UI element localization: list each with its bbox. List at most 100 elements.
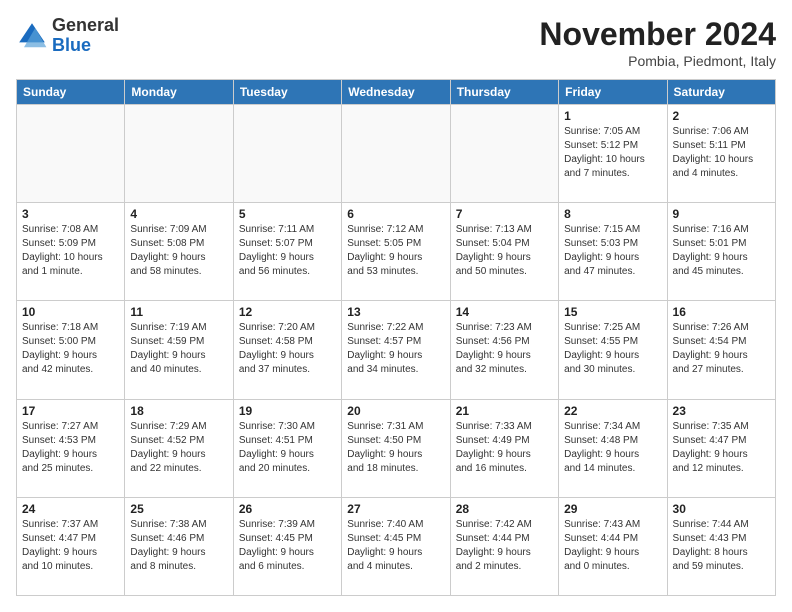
location: Pombia, Piedmont, Italy — [539, 53, 776, 69]
table-row: 9 Sunrise: 7:16 AMSunset: 5:01 PMDaylight… — [667, 203, 775, 301]
table-row — [17, 105, 125, 203]
day-info: Sunrise: 7:33 AMSunset: 4:49 PMDaylight:… — [456, 420, 553, 476]
calendar-week-row: 17 Sunrise: 7:27 AMSunset: 4:53 PMDayligh… — [17, 399, 776, 497]
day-number: 9 — [673, 207, 770, 221]
day-number: 25 — [130, 502, 227, 516]
table-row: 4 Sunrise: 7:09 AMSunset: 5:08 PMDaylight… — [125, 203, 233, 301]
day-info: Sunrise: 7:11 AMSunset: 5:07 PMDaylight:… — [239, 223, 336, 279]
day-info: Sunrise: 7:19 AMSunset: 4:59 PMDaylight:… — [130, 321, 227, 377]
col-monday: Monday — [125, 80, 233, 105]
table-row: 6Sunrise: 7:12 AMSunset: 5:05 PMDaylight… — [342, 203, 450, 301]
day-number: 22 — [564, 404, 661, 418]
day-number: 24 — [22, 502, 119, 516]
table-row: 10Sunrise: 7:18 AMSunset: 5:00 PMDayligh… — [17, 301, 125, 399]
calendar-week-row: 10Sunrise: 7:18 AMSunset: 5:00 PMDayligh… — [17, 301, 776, 399]
day-number: 13 — [347, 305, 444, 319]
day-info: Sunrise: 7:23 AMSunset: 4:56 PMDaylight:… — [456, 321, 553, 377]
table-row: 24 Sunrise: 7:37 AMSunset: 4:47 PMDayligh… — [17, 497, 125, 595]
day-info: Sunrise: 7:38 AMSunset: 4:46 PMDaylight:… — [130, 518, 227, 574]
month-year: November 2024 — [539, 16, 776, 53]
day-number: 15 — [564, 305, 661, 319]
day-info: Sunrise: 7:05 AMSunset: 5:12 PMDaylight:… — [564, 125, 661, 181]
table-row: 17 Sunrise: 7:27 AMSunset: 4:53 PMDayligh… — [17, 399, 125, 497]
day-info: Sunrise: 7:27 AMSunset: 4:53 PMDaylight:… — [22, 420, 119, 476]
table-row: 13 Sunrise: 7:22 AMSunset: 4:57 PMDayligh… — [342, 301, 450, 399]
day-info: Sunrise: 7:26 AMSunset: 4:54 PMDaylight:… — [673, 321, 770, 377]
day-info: Sunrise: 7:18 AMSunset: 5:00 PMDaylight:… — [22, 321, 119, 377]
day-number: 26 — [239, 502, 336, 516]
table-row: 5 Sunrise: 7:11 AMSunset: 5:07 PMDaylight… — [233, 203, 341, 301]
table-row: 22 Sunrise: 7:34 AMSunset: 4:48 PMDayligh… — [559, 399, 667, 497]
day-info: Sunrise: 7:42 AMSunset: 4:44 PMDaylight:… — [456, 518, 553, 574]
day-number: 20 — [347, 404, 444, 418]
day-info: Sunrise: 7:16 AMSunset: 5:01 PMDaylight:… — [673, 223, 770, 279]
day-number: 7 — [456, 207, 553, 221]
day-number: 19 — [239, 404, 336, 418]
col-thursday: Thursday — [450, 80, 558, 105]
day-info: Sunrise: 7:34 AMSunset: 4:48 PMDaylight:… — [564, 420, 661, 476]
table-row: 23 Sunrise: 7:35 AMSunset: 4:47 PMDayligh… — [667, 399, 775, 497]
day-number: 18 — [130, 404, 227, 418]
day-number: 1 — [564, 109, 661, 123]
col-saturday: Saturday — [667, 80, 775, 105]
day-number: 29 — [564, 502, 661, 516]
table-row: 7Sunrise: 7:13 AMSunset: 5:04 PMDaylight… — [450, 203, 558, 301]
calendar-table: Sunday Monday Tuesday Wednesday Thursday… — [16, 79, 776, 596]
calendar-week-row: 1 Sunrise: 7:05 AMSunset: 5:12 PMDaylight… — [17, 105, 776, 203]
logo-general: General — [52, 15, 119, 35]
col-friday: Friday — [559, 80, 667, 105]
calendar-week-row: 24 Sunrise: 7:37 AMSunset: 4:47 PMDayligh… — [17, 497, 776, 595]
page-header: General Blue November 2024 Pombia, Piedm… — [16, 16, 776, 69]
logo-blue: Blue — [52, 35, 91, 55]
logo-icon — [16, 20, 48, 52]
day-info: Sunrise: 7:39 AMSunset: 4:45 PMDaylight:… — [239, 518, 336, 574]
table-row: 25 Sunrise: 7:38 AMSunset: 4:46 PMDayligh… — [125, 497, 233, 595]
table-row: 2 Sunrise: 7:06 AMSunset: 5:11 PMDaylight… — [667, 105, 775, 203]
col-wednesday: Wednesday — [342, 80, 450, 105]
day-number: 11 — [130, 305, 227, 319]
table-row: 15Sunrise: 7:25 AMSunset: 4:55 PMDayligh… — [559, 301, 667, 399]
day-number: 23 — [673, 404, 770, 418]
day-number: 21 — [456, 404, 553, 418]
day-info: Sunrise: 7:37 AMSunset: 4:47 PMDaylight:… — [22, 518, 119, 574]
table-row — [342, 105, 450, 203]
day-info: Sunrise: 7:43 AMSunset: 4:44 PMDaylight:… — [564, 518, 661, 574]
day-info: Sunrise: 7:22 AMSunset: 4:57 PMDaylight:… — [347, 321, 444, 377]
col-tuesday: Tuesday — [233, 80, 341, 105]
table-row: 21 Sunrise: 7:33 AMSunset: 4:49 PMDayligh… — [450, 399, 558, 497]
table-row: 29 Sunrise: 7:43 AMSunset: 4:44 PMDayligh… — [559, 497, 667, 595]
day-number: 14 — [456, 305, 553, 319]
day-number: 12 — [239, 305, 336, 319]
day-info: Sunrise: 7:15 AMSunset: 5:03 PMDaylight:… — [564, 223, 661, 279]
table-row: 16 Sunrise: 7:26 AMSunset: 4:54 PMDayligh… — [667, 301, 775, 399]
table-row: 19 Sunrise: 7:30 AMSunset: 4:51 PMDayligh… — [233, 399, 341, 497]
calendar-week-row: 3Sunrise: 7:08 AMSunset: 5:09 PMDaylight… — [17, 203, 776, 301]
table-row — [125, 105, 233, 203]
table-row: 18 Sunrise: 7:29 AMSunset: 4:52 PMDayligh… — [125, 399, 233, 497]
table-row: 27 Sunrise: 7:40 AMSunset: 4:45 PMDayligh… — [342, 497, 450, 595]
day-info: Sunrise: 7:09 AMSunset: 5:08 PMDaylight:… — [130, 223, 227, 279]
day-info: Sunrise: 7:40 AMSunset: 4:45 PMDaylight:… — [347, 518, 444, 574]
day-number: 5 — [239, 207, 336, 221]
day-info: Sunrise: 7:31 AMSunset: 4:50 PMDaylight:… — [347, 420, 444, 476]
day-number: 4 — [130, 207, 227, 221]
day-info: Sunrise: 7:29 AMSunset: 4:52 PMDaylight:… — [130, 420, 227, 476]
table-row: 26 Sunrise: 7:39 AMSunset: 4:45 PMDayligh… — [233, 497, 341, 595]
day-number: 17 — [22, 404, 119, 418]
table-row — [233, 105, 341, 203]
table-row: 28Sunrise: 7:42 AMSunset: 4:44 PMDayligh… — [450, 497, 558, 595]
day-number: 2 — [673, 109, 770, 123]
day-number: 6 — [347, 207, 444, 221]
day-info: Sunrise: 7:44 AMSunset: 4:43 PMDaylight:… — [673, 518, 770, 574]
day-number: 27 — [347, 502, 444, 516]
day-number: 8 — [564, 207, 661, 221]
day-info: Sunrise: 7:06 AMSunset: 5:11 PMDaylight:… — [673, 125, 770, 181]
col-sunday: Sunday — [17, 80, 125, 105]
title-block: November 2024 Pombia, Piedmont, Italy — [539, 16, 776, 69]
day-info: Sunrise: 7:30 AMSunset: 4:51 PMDaylight:… — [239, 420, 336, 476]
day-info: Sunrise: 7:35 AMSunset: 4:47 PMDaylight:… — [673, 420, 770, 476]
table-row: 11 Sunrise: 7:19 AMSunset: 4:59 PMDayligh… — [125, 301, 233, 399]
day-number: 16 — [673, 305, 770, 319]
table-row: 20 Sunrise: 7:31 AMSunset: 4:50 PMDayligh… — [342, 399, 450, 497]
logo: General Blue — [16, 16, 119, 56]
